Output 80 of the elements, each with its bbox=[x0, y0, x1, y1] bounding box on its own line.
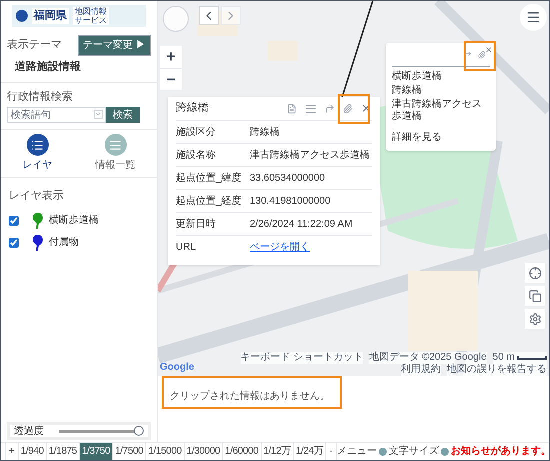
theme-change-button[interactable]: テーマ変更 ▶ bbox=[78, 35, 151, 56]
scale-option[interactable]: 1/12万 bbox=[262, 443, 294, 460]
zoom-out-button[interactable]: − bbox=[160, 68, 182, 90]
search-button[interactable]: 検索 bbox=[106, 107, 140, 123]
list-icon bbox=[26, 134, 48, 156]
field-value: 跨線橋 bbox=[250, 126, 280, 140]
field-label: 起点位置_緯度 bbox=[176, 172, 243, 186]
layer-checkbox[interactable] bbox=[9, 238, 19, 248]
facility-item[interactable]: 跨線橋 bbox=[392, 85, 490, 97]
page-link[interactable]: ページを開く bbox=[250, 240, 310, 255]
view-tab[interactable]: 情報一覧 bbox=[96, 134, 136, 173]
notice-link[interactable]: お知らせがあります。 bbox=[450, 444, 549, 459]
view-tab[interactable]: レイヤ bbox=[22, 134, 52, 173]
field-value: 2/26/2024 11:22:09 AM bbox=[250, 218, 353, 232]
field-label: URL bbox=[176, 241, 198, 255]
scale-option[interactable]: 1/60000 bbox=[223, 443, 262, 460]
shortcuts-link[interactable]: キーボード ショートカット bbox=[240, 352, 364, 364]
scale-option[interactable]: 1/30000 bbox=[184, 443, 224, 460]
route-icon[interactable] bbox=[464, 50, 472, 58]
crosshair-icon bbox=[528, 266, 542, 280]
menu-icon bbox=[526, 10, 541, 25]
route-icon[interactable] bbox=[325, 104, 335, 114]
rows-icon bbox=[104, 134, 126, 156]
layer-checkbox[interactable] bbox=[9, 216, 19, 226]
layers-icon bbox=[528, 290, 542, 302]
theme-label: 表示テーマ bbox=[7, 38, 62, 54]
menu-link[interactable]: メニュー bbox=[336, 444, 377, 459]
layer-label: 横断歩道橋 bbox=[49, 214, 99, 228]
notice-icon bbox=[440, 448, 449, 456]
settings-icon bbox=[528, 312, 542, 326]
details-link[interactable]: 詳細を見る bbox=[392, 130, 442, 145]
zoom-in-button[interactable]: + bbox=[5, 443, 19, 460]
document-icon[interactable] bbox=[287, 104, 297, 114]
popup-title: 跨線橋 bbox=[176, 101, 209, 116]
field-label: 更新日時 bbox=[176, 218, 217, 232]
field-label: 施設名称 bbox=[176, 148, 217, 162]
clip-icon[interactable] bbox=[478, 50, 486, 58]
back-button[interactable] bbox=[199, 6, 219, 25]
zoom-in-button[interactable]: + bbox=[160, 46, 182, 68]
facility-item[interactable]: 横断歩道橋 bbox=[392, 71, 490, 83]
clip-message: クリップされた情報はありません。 bbox=[170, 391, 330, 402]
scale-option[interactable]: 1/24万 bbox=[294, 443, 326, 460]
locate-button[interactable] bbox=[525, 263, 545, 283]
layers-title: レイヤ表示 bbox=[9, 189, 65, 204]
layer-label: 付属物 bbox=[49, 236, 79, 250]
zoom-out-button[interactable]: - bbox=[326, 443, 337, 460]
search-field[interactable]: 検索語句 bbox=[7, 107, 106, 123]
scale-option[interactable]: 1/7500 bbox=[113, 443, 146, 460]
scale-text: 50 m bbox=[492, 352, 515, 364]
logo-name: 福岡県 bbox=[32, 8, 69, 24]
field-label: 起点位置_経度 bbox=[176, 194, 243, 208]
layers-button[interactable] bbox=[525, 286, 545, 306]
logo-subtitle: サービス bbox=[75, 16, 107, 25]
map-data-text: 地図データ ©2025 Google bbox=[369, 352, 487, 364]
font-size-icon bbox=[378, 448, 387, 456]
field-value: 津古跨線橋アクセス歩道橋 bbox=[250, 148, 370, 162]
field-value: 33.60534000000 bbox=[250, 172, 326, 186]
scale-option[interactable]: 1/3750 bbox=[80, 443, 114, 460]
scale-line-icon bbox=[517, 356, 547, 360]
search-label: 行政情報検索 bbox=[7, 90, 74, 104]
dropdown-icon[interactable] bbox=[94, 110, 103, 119]
scale-option[interactable]: 1/15000 bbox=[146, 443, 185, 460]
terms-link[interactable]: 利用規約 bbox=[401, 364, 441, 376]
rows-icon[interactable] bbox=[305, 102, 317, 114]
field-value: 130.41981000000 bbox=[250, 194, 331, 208]
theme-name: 道路施設情報 bbox=[14, 60, 82, 75]
map-provider-logo: Google bbox=[160, 361, 194, 375]
opacity-label: 透過度 bbox=[14, 424, 44, 438]
clip-icon[interactable] bbox=[343, 104, 353, 114]
logo-subtitle: 地図情報 bbox=[75, 7, 107, 16]
settings-button[interactable] bbox=[525, 309, 545, 329]
field-label: 施設区分 bbox=[176, 126, 217, 140]
facility-item[interactable]: 津古跨線橋アクセス歩道橋 bbox=[392, 99, 490, 123]
font-size-link[interactable]: 文字サイズ bbox=[388, 444, 439, 459]
scale-option[interactable]: 1/940 bbox=[18, 443, 47, 460]
close-icon[interactable] bbox=[485, 46, 493, 54]
highlight-frame bbox=[464, 41, 496, 71]
slider-thumb[interactable] bbox=[134, 426, 144, 436]
highlight-frame bbox=[338, 94, 370, 124]
report-link[interactable]: 地図の誤りを報告する bbox=[447, 364, 547, 376]
